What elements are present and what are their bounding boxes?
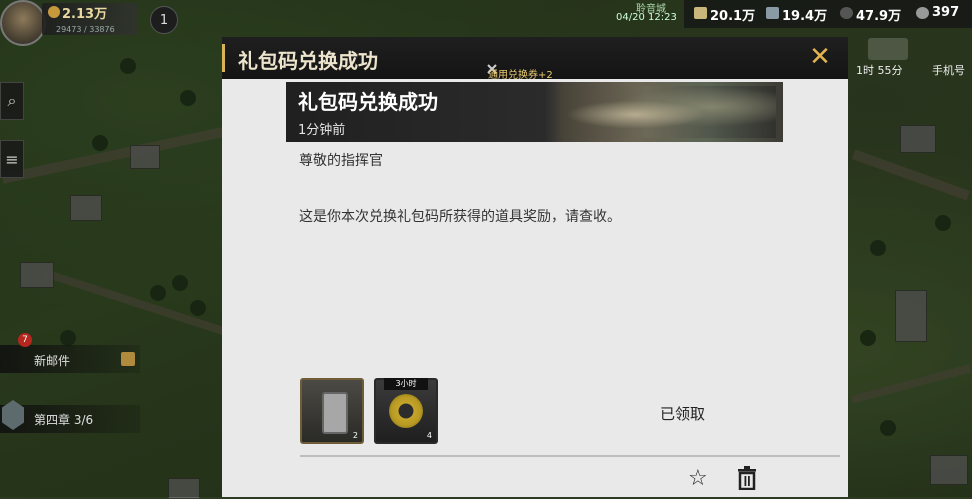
tank-icon[interactable] <box>868 38 908 60</box>
mail-body-text: 这是你本次兑换礼包码所获得的道具奖励，请查收。 <box>299 209 621 225</box>
food-icon <box>694 7 707 19</box>
close-button[interactable]: ✕ <box>805 44 835 72</box>
level-badge[interactable]: 1 <box>150 6 178 34</box>
header-accent-bar <box>222 44 225 72</box>
gift-icon <box>121 352 135 366</box>
reward-ticker: 通用兑换券+2 <box>488 70 553 81</box>
resource-gold[interactable]: 397 <box>932 5 959 20</box>
close-icon: ✕ <box>809 42 831 72</box>
favorite-star-icon[interactable]: ☆ <box>688 466 708 491</box>
power-value: 2.13万 <box>62 7 108 22</box>
menu-icon: ≡ <box>5 149 19 169</box>
event-timer: 1时 55分 <box>856 64 903 77</box>
resource-bar: 20.1万 19.4万 47.9万 397 <box>684 0 972 28</box>
mail-count-badge: 7 <box>18 333 32 347</box>
resource-food[interactable]: 20.1万 <box>710 5 755 24</box>
oil-icon <box>840 7 853 19</box>
delete-trash-icon[interactable] <box>736 466 758 490</box>
search-button[interactable]: ⌕ <box>0 82 24 120</box>
new-mail-label: 新邮件 <box>34 354 71 368</box>
item-duration-tag: 3小时 <box>384 378 428 390</box>
resource-steel[interactable]: 19.4万 <box>782 5 827 24</box>
exp-value: 29473 / 33876 <box>56 25 115 34</box>
banner-illustration <box>560 86 776 138</box>
reward-item-voucher[interactable]: 2 <box>300 378 364 444</box>
mail-title: 礼包码兑换成功 <box>298 90 438 114</box>
menu-button[interactable]: ≡ <box>0 140 24 178</box>
speedup-icon <box>389 394 423 428</box>
item-count: 2 <box>352 431 358 440</box>
resource-oil[interactable]: 47.9万 <box>856 5 901 24</box>
dialog-title: 礼包码兑换成功 <box>238 49 378 73</box>
power-icon <box>48 6 60 18</box>
footer-divider <box>300 455 840 457</box>
claimed-status: 已领取 <box>660 405 706 423</box>
voucher-ticket-icon <box>322 392 348 434</box>
item-count: 4 <box>426 431 432 440</box>
mail-timestamp: 1分钟前 <box>298 123 346 138</box>
commander-avatar[interactable] <box>0 0 46 46</box>
server-time: 04/20 12:23 <box>616 12 677 23</box>
mobile-bind-label[interactable]: 手机号 <box>932 62 965 78</box>
mail-greeting: 尊敬的指挥官 <box>299 153 383 169</box>
chapter-label: 第四章 3/6 <box>34 413 94 427</box>
steel-icon <box>766 7 779 19</box>
gold-icon <box>916 7 929 19</box>
search-icon: ⌕ <box>7 91 17 110</box>
